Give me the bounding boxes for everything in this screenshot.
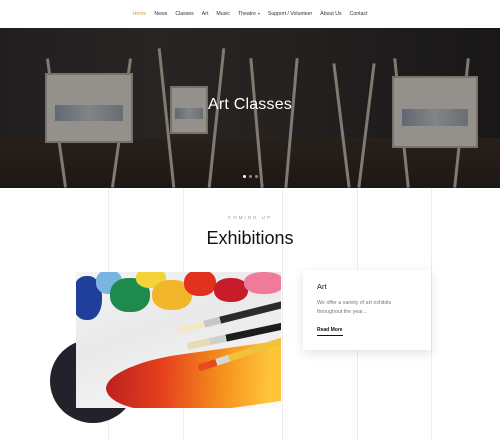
background-guide-line bbox=[282, 188, 283, 440]
section-title: Exhibitions bbox=[206, 228, 294, 248]
nav-item-classes[interactable]: Classes bbox=[171, 11, 197, 17]
nav-item-theatre[interactable]: Theatre ▾ bbox=[234, 11, 264, 17]
nav-item-support-volunteer[interactable]: Support / Volunteer bbox=[264, 11, 316, 17]
card-description: We offer a variety of art exhibits throu… bbox=[317, 300, 392, 315]
nav-item-home[interactable]: Home bbox=[128, 11, 150, 17]
nav-item-about-us[interactable]: About Us bbox=[316, 11, 345, 17]
slider-dot-2[interactable] bbox=[248, 175, 252, 178]
card-title: Art bbox=[317, 282, 327, 291]
background-guide-line bbox=[431, 188, 432, 440]
section-eyebrow: COMING UP bbox=[227, 215, 272, 220]
nav-item-news[interactable]: News bbox=[150, 11, 171, 17]
hero-title: Art Classes bbox=[208, 96, 292, 113]
hero-slider: Art Classes bbox=[0, 28, 500, 188]
paint-blob bbox=[244, 272, 281, 294]
nav-item-art[interactable]: Art bbox=[198, 11, 213, 17]
slider-pagination bbox=[0, 175, 500, 178]
exhibition-image bbox=[76, 272, 281, 408]
nav-item-contact[interactable]: Contact bbox=[346, 11, 372, 17]
slider-dot-1[interactable] bbox=[242, 175, 246, 178]
main-navigation: Home News Classes Art Music Theatre ▾ Sup… bbox=[0, 0, 500, 28]
exhibition-card: Art We offer a variety of art exhibits t… bbox=[303, 270, 431, 350]
chevron-down-icon: ▾ bbox=[257, 11, 260, 16]
paint-blob bbox=[214, 278, 248, 302]
slider-dot-3[interactable] bbox=[254, 175, 258, 178]
nav-item-music[interactable]: Music bbox=[212, 11, 234, 17]
read-more-link[interactable]: Read More bbox=[317, 327, 343, 336]
paint-blob bbox=[184, 272, 216, 296]
nav-item-theatre-label: Theatre bbox=[237, 11, 256, 17]
